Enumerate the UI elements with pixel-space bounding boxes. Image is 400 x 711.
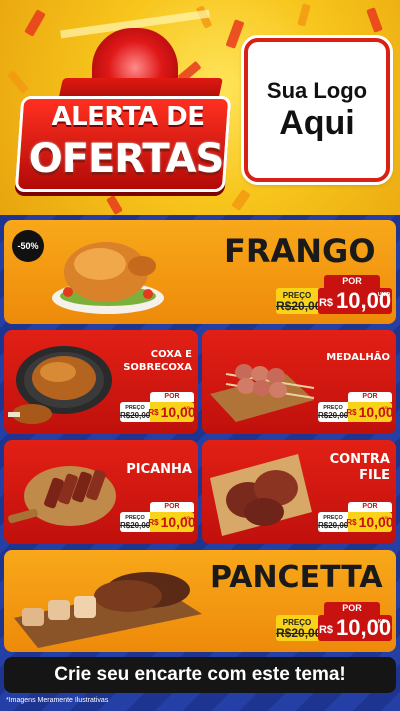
currency: R$: [346, 517, 357, 527]
por-label: POR: [324, 275, 380, 288]
old-price: R$20,00: [276, 299, 322, 313]
price-unit: KG: [382, 405, 388, 410]
confetti: [297, 3, 311, 27]
currency: R$: [148, 517, 159, 527]
current-price: 10,00: [160, 404, 196, 420]
discount-badge: -50%: [12, 230, 44, 262]
product-name: CONTRA FILE: [312, 452, 390, 484]
steaks-image: [210, 454, 312, 536]
product-name: PANCETTA: [210, 560, 383, 595]
product-card-picanha[interactable]: PICANHA POR PREÇO R$20,00 R$ 10,00 KG: [4, 440, 198, 544]
price-tag: POR PREÇO R$20,00 R$ 10,00 UNID: [276, 275, 392, 315]
cta-button[interactable]: Crie seu encarte com este tema!: [4, 657, 396, 693]
banner-title: ALERTA DE: [51, 102, 205, 132]
product-name-line1: CONTRA: [329, 452, 390, 467]
price-tag: POR PREÇO R$20,00 R$ 10,00 KG: [120, 502, 196, 532]
price-unit: KG: [184, 405, 190, 410]
currency: R$: [346, 407, 357, 417]
logo-text-line1: Sua Logo: [266, 78, 368, 103]
product-name-line1: COXA E: [150, 349, 192, 360]
current-price: 10,00: [358, 514, 394, 530]
price-unit: KG: [378, 619, 386, 625]
product-card-coxa[interactable]: COXA E SOBRECOXA POR PREÇO R$20,00 R$ 10…: [4, 330, 198, 434]
confetti: [7, 70, 29, 94]
current-price: 10,00: [160, 514, 196, 530]
currency: R$: [318, 624, 333, 636]
por-label: POR: [150, 392, 194, 402]
old-price-box: PREÇO R$20,00: [318, 402, 348, 422]
product-name: PICANHA: [126, 462, 192, 477]
product-card-medalhao[interactable]: MEDALHÃO POR PREÇO R$20,00 R$ 10,00 KG: [202, 330, 396, 434]
roast-chicken-image: [52, 242, 164, 314]
price-tag: POR PREÇO R$20,00 R$ 10,00 KG: [318, 502, 394, 532]
por-label: POR: [324, 602, 380, 615]
por-label: POR: [150, 502, 194, 512]
confetti: [366, 7, 383, 33]
pancetta-image: [14, 572, 202, 648]
old-price-box: PREÇO R$20,00: [276, 615, 322, 641]
confetti: [106, 194, 123, 215]
disclaimer-text: *Imagens Meramente Ilustrativas: [6, 697, 109, 704]
old-price-box: PREÇO R$20,00: [276, 288, 322, 314]
product-name: MEDALHÃO: [326, 352, 390, 363]
currency: R$: [318, 297, 333, 309]
confetti: [231, 188, 251, 212]
logo-placeholder[interactable]: Sua Logo Aqui: [244, 38, 390, 182]
por-label: POR: [348, 392, 392, 402]
product-name-line2: SOBRECOXA: [123, 362, 192, 373]
old-price-box: PREÇO R$20,00: [120, 402, 150, 422]
old-price: R$20,00: [120, 521, 151, 530]
current-price: 10,00: [358, 404, 394, 420]
product-card-pancetta[interactable]: PANCETTA POR PREÇO R$20,00 R$ 10,00 KG: [4, 550, 396, 652]
product-card-contra-file[interactable]: CONTRA FILE POR PREÇO R$20,00 R$ 10,00 K…: [202, 440, 396, 544]
old-price-box: PREÇO R$20,00: [120, 512, 150, 532]
product-card-frango[interactable]: -50% FRANGO POR PREÇO R$20,00 R$ 10,00 U…: [4, 220, 396, 324]
old-price: R$20,00: [276, 626, 322, 640]
price-tag: POR PREÇO R$20,00 R$ 10,00 KG: [318, 392, 394, 422]
roast-drumstick-image: [8, 346, 112, 424]
product-name: COXA E SOBRECOXA: [114, 348, 192, 374]
banner-subtitle: OFERTAS: [28, 136, 225, 182]
logo-text-line2: Aqui: [279, 104, 355, 142]
price-unit: KG: [382, 515, 388, 520]
product-name-line2: FILE: [359, 468, 390, 483]
old-price-box: PREÇO R$20,00: [318, 512, 348, 532]
sliced-picanha-image: [8, 466, 116, 526]
old-price: R$20,00: [318, 521, 349, 530]
confetti: [24, 9, 46, 37]
product-name: FRANGO: [224, 232, 376, 270]
por-label: POR: [348, 502, 392, 512]
old-price: R$20,00: [318, 411, 349, 420]
bacon-skewers-image: [210, 364, 315, 422]
currency: R$: [148, 407, 159, 417]
price-unit: UNID: [378, 292, 391, 298]
header-banner: ALERTA DE OFERTAS Sua Logo Aqui: [0, 0, 400, 215]
price-unit: KG: [184, 515, 190, 520]
old-price: R$20,00: [120, 411, 151, 420]
confetti: [225, 19, 245, 49]
price-tag: POR PREÇO R$20,00 R$ 10,00 KG: [276, 602, 392, 642]
price-tag: POR PREÇO R$20,00 R$ 10,00 KG: [120, 392, 196, 422]
